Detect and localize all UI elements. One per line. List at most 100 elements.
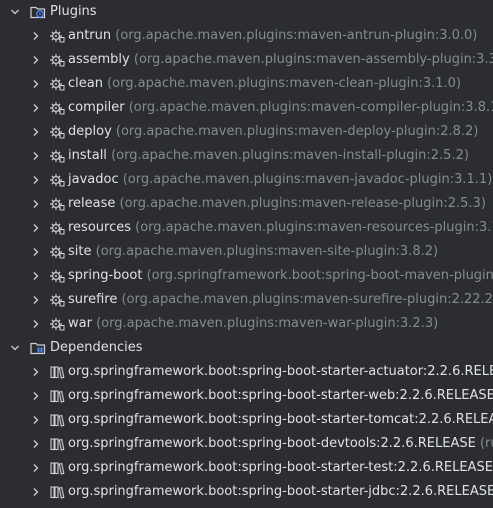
plugin-item-name: javadoc bbox=[68, 172, 119, 187]
plugin-item-name: deploy bbox=[68, 124, 112, 139]
plugin-item-text: spring-boot (org.springframework.boot:sp… bbox=[68, 264, 493, 288]
plugin-item-name: assembly bbox=[68, 52, 130, 67]
plugin-item-name: install bbox=[68, 148, 107, 163]
dependency-item[interactable]: org.springframework.boot:spring-boot-sta… bbox=[0, 360, 493, 384]
chevron-right-icon[interactable] bbox=[31, 367, 41, 377]
dependency-item[interactable]: org.springframework.boot:spring-boot-sta… bbox=[0, 456, 493, 480]
plugin-coordinates: (org.apache.maven.plugins:maven-assembly… bbox=[133, 52, 493, 67]
library-icon bbox=[50, 438, 65, 451]
chevron-down-icon[interactable] bbox=[10, 7, 20, 17]
chevron-right-icon[interactable] bbox=[31, 223, 41, 233]
dependency-item-text: org.springframework.boot:spring-boot-sta… bbox=[68, 408, 493, 432]
plugin-icon bbox=[50, 78, 65, 91]
plugin-icon bbox=[50, 222, 65, 235]
dependencies-label: Dependencies bbox=[50, 340, 143, 355]
chevron-right-icon[interactable] bbox=[31, 319, 41, 329]
plugin-item[interactable]: site (org.apache.maven.plugins:maven-sit… bbox=[0, 240, 493, 264]
plugin-coordinates: (org.apache.maven.plugins:maven-deploy-p… bbox=[115, 124, 479, 139]
dependency-item-text: org.springframework.boot:spring-boot-sta… bbox=[68, 360, 493, 384]
plugin-item-text: clean (org.apache.maven.plugins:maven-cl… bbox=[68, 72, 461, 96]
plugin-coordinates: (org.apache.maven.plugins:maven-release-… bbox=[119, 196, 486, 211]
library-icon bbox=[50, 390, 65, 403]
chevron-right-icon[interactable] bbox=[31, 103, 41, 113]
dependency-item-text: org.springframework.boot:spring-boot-sta… bbox=[68, 480, 493, 504]
library-icon bbox=[50, 462, 65, 475]
plugin-item[interactable]: install (org.apache.maven.plugins:maven-… bbox=[0, 144, 493, 168]
dependencies-node[interactable]: Dependencies bbox=[0, 336, 493, 360]
plugin-item[interactable]: spring-boot (org.springframework.boot:sp… bbox=[0, 264, 493, 288]
plugin-item[interactable]: assembly (org.apache.maven.plugins:maven… bbox=[0, 48, 493, 72]
dependency-item-name: org.springframework.boot:spring-boot-sta… bbox=[68, 412, 493, 427]
plugin-coordinates: (org.springframework.boot:spring-boot-ma… bbox=[146, 268, 493, 283]
plugin-item-text: assembly (org.apache.maven.plugins:maven… bbox=[68, 48, 493, 72]
dependency-item-text: org.springframework.boot:spring-boot-sta… bbox=[68, 384, 493, 408]
plugin-icon bbox=[50, 198, 65, 211]
plugin-item[interactable]: resources (org.apache.maven.plugins:mave… bbox=[0, 216, 493, 240]
plugin-item-name: clean bbox=[68, 76, 103, 91]
plugin-coordinates: (org.apache.maven.plugins:maven-site-plu… bbox=[95, 244, 439, 259]
plugin-item-name: spring-boot bbox=[68, 268, 143, 283]
chevron-right-icon[interactable] bbox=[31, 295, 41, 305]
plugins-node[interactable]: Plugins bbox=[0, 0, 493, 24]
maven-tree: Plugins antrun (org.apache.maven.plugins… bbox=[0, 0, 493, 504]
chevron-down-icon[interactable] bbox=[10, 343, 20, 353]
plugin-item-name: site bbox=[68, 244, 92, 259]
plugin-item-name: war bbox=[68, 316, 92, 331]
plugin-item-text: war (org.apache.maven.plugins:maven-war-… bbox=[68, 312, 438, 336]
chevron-right-icon[interactable] bbox=[31, 247, 41, 257]
plugin-icon bbox=[50, 30, 65, 43]
plugin-icon bbox=[50, 318, 65, 331]
chevron-right-icon[interactable] bbox=[31, 463, 41, 473]
plugin-item-name: antrun bbox=[68, 28, 112, 43]
plugin-icon bbox=[50, 270, 65, 283]
chevron-right-icon[interactable] bbox=[31, 127, 41, 137]
dependency-item[interactable]: org.springframework.boot:spring-boot-dev… bbox=[0, 432, 493, 456]
plugin-item[interactable]: surefire (org.apache.maven.plugins:maven… bbox=[0, 288, 493, 312]
plugin-coordinates: (org.apache.maven.plugins:maven-surefire… bbox=[121, 292, 493, 307]
chevron-right-icon[interactable] bbox=[31, 199, 41, 209]
plugin-icon bbox=[50, 150, 65, 163]
dependency-item-name: org.springframework.boot:spring-boot-dev… bbox=[68, 436, 476, 451]
plugin-item-text: resources (org.apache.maven.plugins:mave… bbox=[68, 216, 493, 240]
plugin-item-text: antrun (org.apache.maven.plugins:maven-a… bbox=[68, 24, 477, 48]
chevron-right-icon[interactable] bbox=[31, 391, 41, 401]
plugins-label: Plugins bbox=[50, 4, 97, 19]
plugin-folder-icon bbox=[30, 6, 46, 19]
library-icon bbox=[50, 486, 65, 499]
plugin-item[interactable]: compiler (org.apache.maven.plugins:maven… bbox=[0, 96, 493, 120]
chevron-right-icon[interactable] bbox=[31, 487, 41, 497]
library-icon bbox=[50, 414, 65, 427]
dependency-item-name: org.springframework.boot:spring-boot-sta… bbox=[68, 364, 493, 379]
plugin-icon bbox=[50, 126, 65, 139]
plugin-item-text: release (org.apache.maven.plugins:maven-… bbox=[68, 192, 486, 216]
plugin-item-text: compiler (org.apache.maven.plugins:maven… bbox=[68, 96, 493, 120]
plugin-item[interactable]: javadoc (org.apache.maven.plugins:maven-… bbox=[0, 168, 493, 192]
plugin-item-name: surefire bbox=[68, 292, 118, 307]
chevron-right-icon[interactable] bbox=[31, 55, 41, 65]
chevron-right-icon[interactable] bbox=[31, 415, 41, 425]
chevron-right-icon[interactable] bbox=[31, 175, 41, 185]
plugin-item[interactable]: release (org.apache.maven.plugins:maven-… bbox=[0, 192, 493, 216]
dependency-item-text: org.springframework.boot:spring-boot-sta… bbox=[68, 456, 493, 480]
dependency-item[interactable]: org.springframework.boot:spring-boot-sta… bbox=[0, 480, 493, 504]
dependencies-folder-icon bbox=[30, 342, 46, 355]
dependency-item[interactable]: org.springframework.boot:spring-boot-sta… bbox=[0, 408, 493, 432]
plugin-item-text: surefire (org.apache.maven.plugins:maven… bbox=[68, 288, 493, 312]
chevron-right-icon[interactable] bbox=[31, 271, 41, 281]
plugin-item-name: release bbox=[68, 196, 116, 211]
plugin-item[interactable]: antrun (org.apache.maven.plugins:maven-a… bbox=[0, 24, 493, 48]
plugin-item-text: install (org.apache.maven.plugins:maven-… bbox=[68, 144, 469, 168]
dependency-item[interactable]: org.springframework.boot:spring-boot-sta… bbox=[0, 384, 493, 408]
dependency-item-text: org.springframework.boot:spring-boot-dev… bbox=[68, 432, 493, 456]
plugin-coordinates: (org.apache.maven.plugins:maven-resource… bbox=[135, 220, 493, 235]
chevron-right-icon[interactable] bbox=[31, 439, 41, 449]
plugin-item[interactable]: deploy (org.apache.maven.plugins:maven-d… bbox=[0, 120, 493, 144]
plugin-icon bbox=[50, 294, 65, 307]
plugin-item[interactable]: clean (org.apache.maven.plugins:maven-cl… bbox=[0, 72, 493, 96]
plugin-item-name: compiler bbox=[68, 100, 125, 115]
chevron-right-icon[interactable] bbox=[31, 151, 41, 161]
chevron-right-icon[interactable] bbox=[31, 31, 41, 41]
plugin-item[interactable]: war (org.apache.maven.plugins:maven-war-… bbox=[0, 312, 493, 336]
chevron-right-icon[interactable] bbox=[31, 79, 41, 89]
dependency-item-name: org.springframework.boot:spring-boot-sta… bbox=[68, 484, 493, 499]
